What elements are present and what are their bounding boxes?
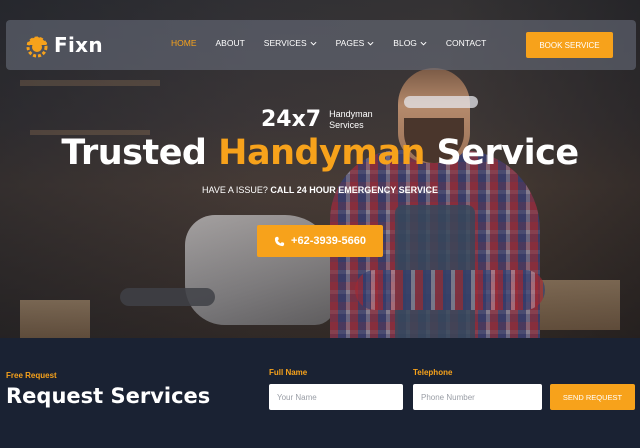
hero-subtitle: HAVE A ISSUE? CALL 24 HOUR EMERGENCY SER… (0, 185, 640, 195)
nav-blog-label: BLOG (393, 38, 417, 48)
hero-badge-text: Handyman Services (329, 109, 373, 131)
nav-about-label: ABOUT (215, 38, 245, 48)
nav-home-label: HOME (171, 38, 197, 48)
wood-planks (20, 300, 90, 338)
nav-pages-label: PAGES (335, 38, 365, 48)
nav-home[interactable]: HOME (171, 38, 197, 48)
hero-title-part2: Service (424, 133, 580, 173)
logo-text: Fixn (54, 33, 103, 57)
nav-pages[interactable]: PAGES (336, 38, 375, 48)
handyman-glasses (404, 96, 478, 108)
hero-title-highlight: Handyman (218, 133, 425, 173)
navbar: Fixn HOME ABOUT SERVICES PAGES BLOG CONT… (6, 20, 636, 70)
telephone-label: Telephone (413, 368, 453, 377)
nav-services[interactable]: SERVICES (264, 38, 317, 48)
hero-badge-line2: Services (329, 119, 364, 130)
full-name-input[interactable] (269, 384, 403, 410)
request-title: Request Services (6, 384, 211, 408)
request-kicker: Free Request (6, 371, 57, 380)
nav-blog[interactable]: BLOG (393, 38, 427, 48)
hero-title: Trusted Handyman Service (0, 133, 640, 173)
send-request-button[interactable]: SEND REQUEST (550, 384, 635, 410)
chevron-down-icon (420, 41, 427, 46)
hero-badge-line1: Handyman (329, 108, 373, 119)
hero-subtitle-prefix: HAVE A ISSUE? (202, 185, 271, 195)
nav-about[interactable]: ABOUT (216, 38, 245, 48)
nav-contact[interactable]: CONTACT (446, 38, 486, 48)
chevron-down-icon (310, 41, 317, 46)
shelf (20, 80, 160, 86)
call-phone-button[interactable]: +62-3939-5660 (257, 225, 383, 257)
request-section: Free Request Request Services Full Name … (0, 338, 640, 448)
hero-subtitle-bold: CALL 24 HOUR EMERGENCY SERVICE (270, 185, 438, 195)
chevron-down-icon (367, 41, 374, 46)
nav-services-label: SERVICES (263, 38, 307, 48)
full-name-label: Full Name (269, 368, 308, 377)
hardhat-gear-icon (26, 36, 48, 58)
handyman-arms (355, 270, 545, 310)
telephone-input[interactable] (413, 384, 542, 410)
hero-title-part1: Trusted (61, 133, 219, 173)
hero-badge-number: 24x7 (261, 107, 322, 132)
book-service-button[interactable]: BOOK SERVICE (526, 32, 613, 58)
main-nav: HOME ABOUT SERVICES PAGES BLOG CONTACT (171, 38, 486, 48)
nav-contact-label: CONTACT (445, 38, 487, 48)
power-tool-nose (120, 288, 215, 306)
hero-badge: 24x7 Handyman Services (261, 107, 373, 132)
logo[interactable]: Fixn (24, 32, 103, 58)
phone-number: +62-3939-5660 (291, 235, 366, 247)
phone-icon (274, 236, 285, 246)
